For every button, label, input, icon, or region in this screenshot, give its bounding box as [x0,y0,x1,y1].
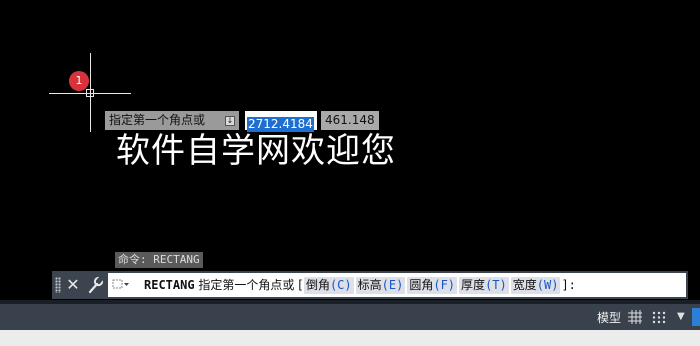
dynamic-input-prompt-label: 指定第一个角点或 [109,113,206,127]
option-elevation[interactable]: 标高(E) [355,277,406,294]
chevron-down-icon[interactable]: ▼ [677,307,685,327]
dynamic-input-prompt: 指定第一个角点或 ↓ [105,111,239,130]
option-chamfer[interactable]: 倒角(C) [303,277,354,294]
grid-icon[interactable] [628,310,642,324]
dynamic-input-y-field[interactable]: 461.148 [321,111,379,130]
status-toggle-button[interactable] [692,308,700,326]
window-bottom-edge [0,330,700,346]
options-close-bracket: ]: [561,278,576,292]
drawing-canvas[interactable]: 1 指定第一个角点或 ↓ 2712.4184 461.148 软件自学网欢迎您 … [0,0,700,300]
option-thickness[interactable]: 厚度(T) [459,277,509,294]
option-fillet[interactable]: 圆角(F) [407,277,458,294]
drawing-text: 软件自学网欢迎您 [116,131,396,171]
crosshair-pickbox [86,89,94,97]
command-input[interactable]: RECTANG 指定第一个角点或 [倒角(C) 标高(E) 圆角(F) 厚度(T) 宽度… [108,273,686,297]
model-tab[interactable]: 模型 [594,308,624,328]
option-width[interactable]: 宽度(W) [510,277,561,294]
command-name: RECTANG [144,278,195,292]
snap-icon[interactable] [652,311,668,324]
options-open-bracket: [ [298,278,303,292]
command-line-bar: ✕ RECTANG 指定第一个角点或 [倒角(C) 标高(E) 圆角(F) 厚度(T)… [52,271,688,299]
command-history-dropdown-icon[interactable] [112,279,130,291]
cursor-badge: 1 [69,71,89,91]
wrench-icon[interactable] [86,275,104,295]
close-icon[interactable]: ✕ [65,275,81,295]
command-prompt: 指定第一个角点或 [198,278,295,292]
drag-handle[interactable] [55,277,61,293]
down-arrow-icon[interactable]: ↓ [225,116,235,126]
dynamic-input-x-field[interactable]: 2712.4184 [245,111,317,132]
status-bar: 模型 ▼ [0,304,700,330]
command-history: 命令: RECTANG [115,252,203,268]
